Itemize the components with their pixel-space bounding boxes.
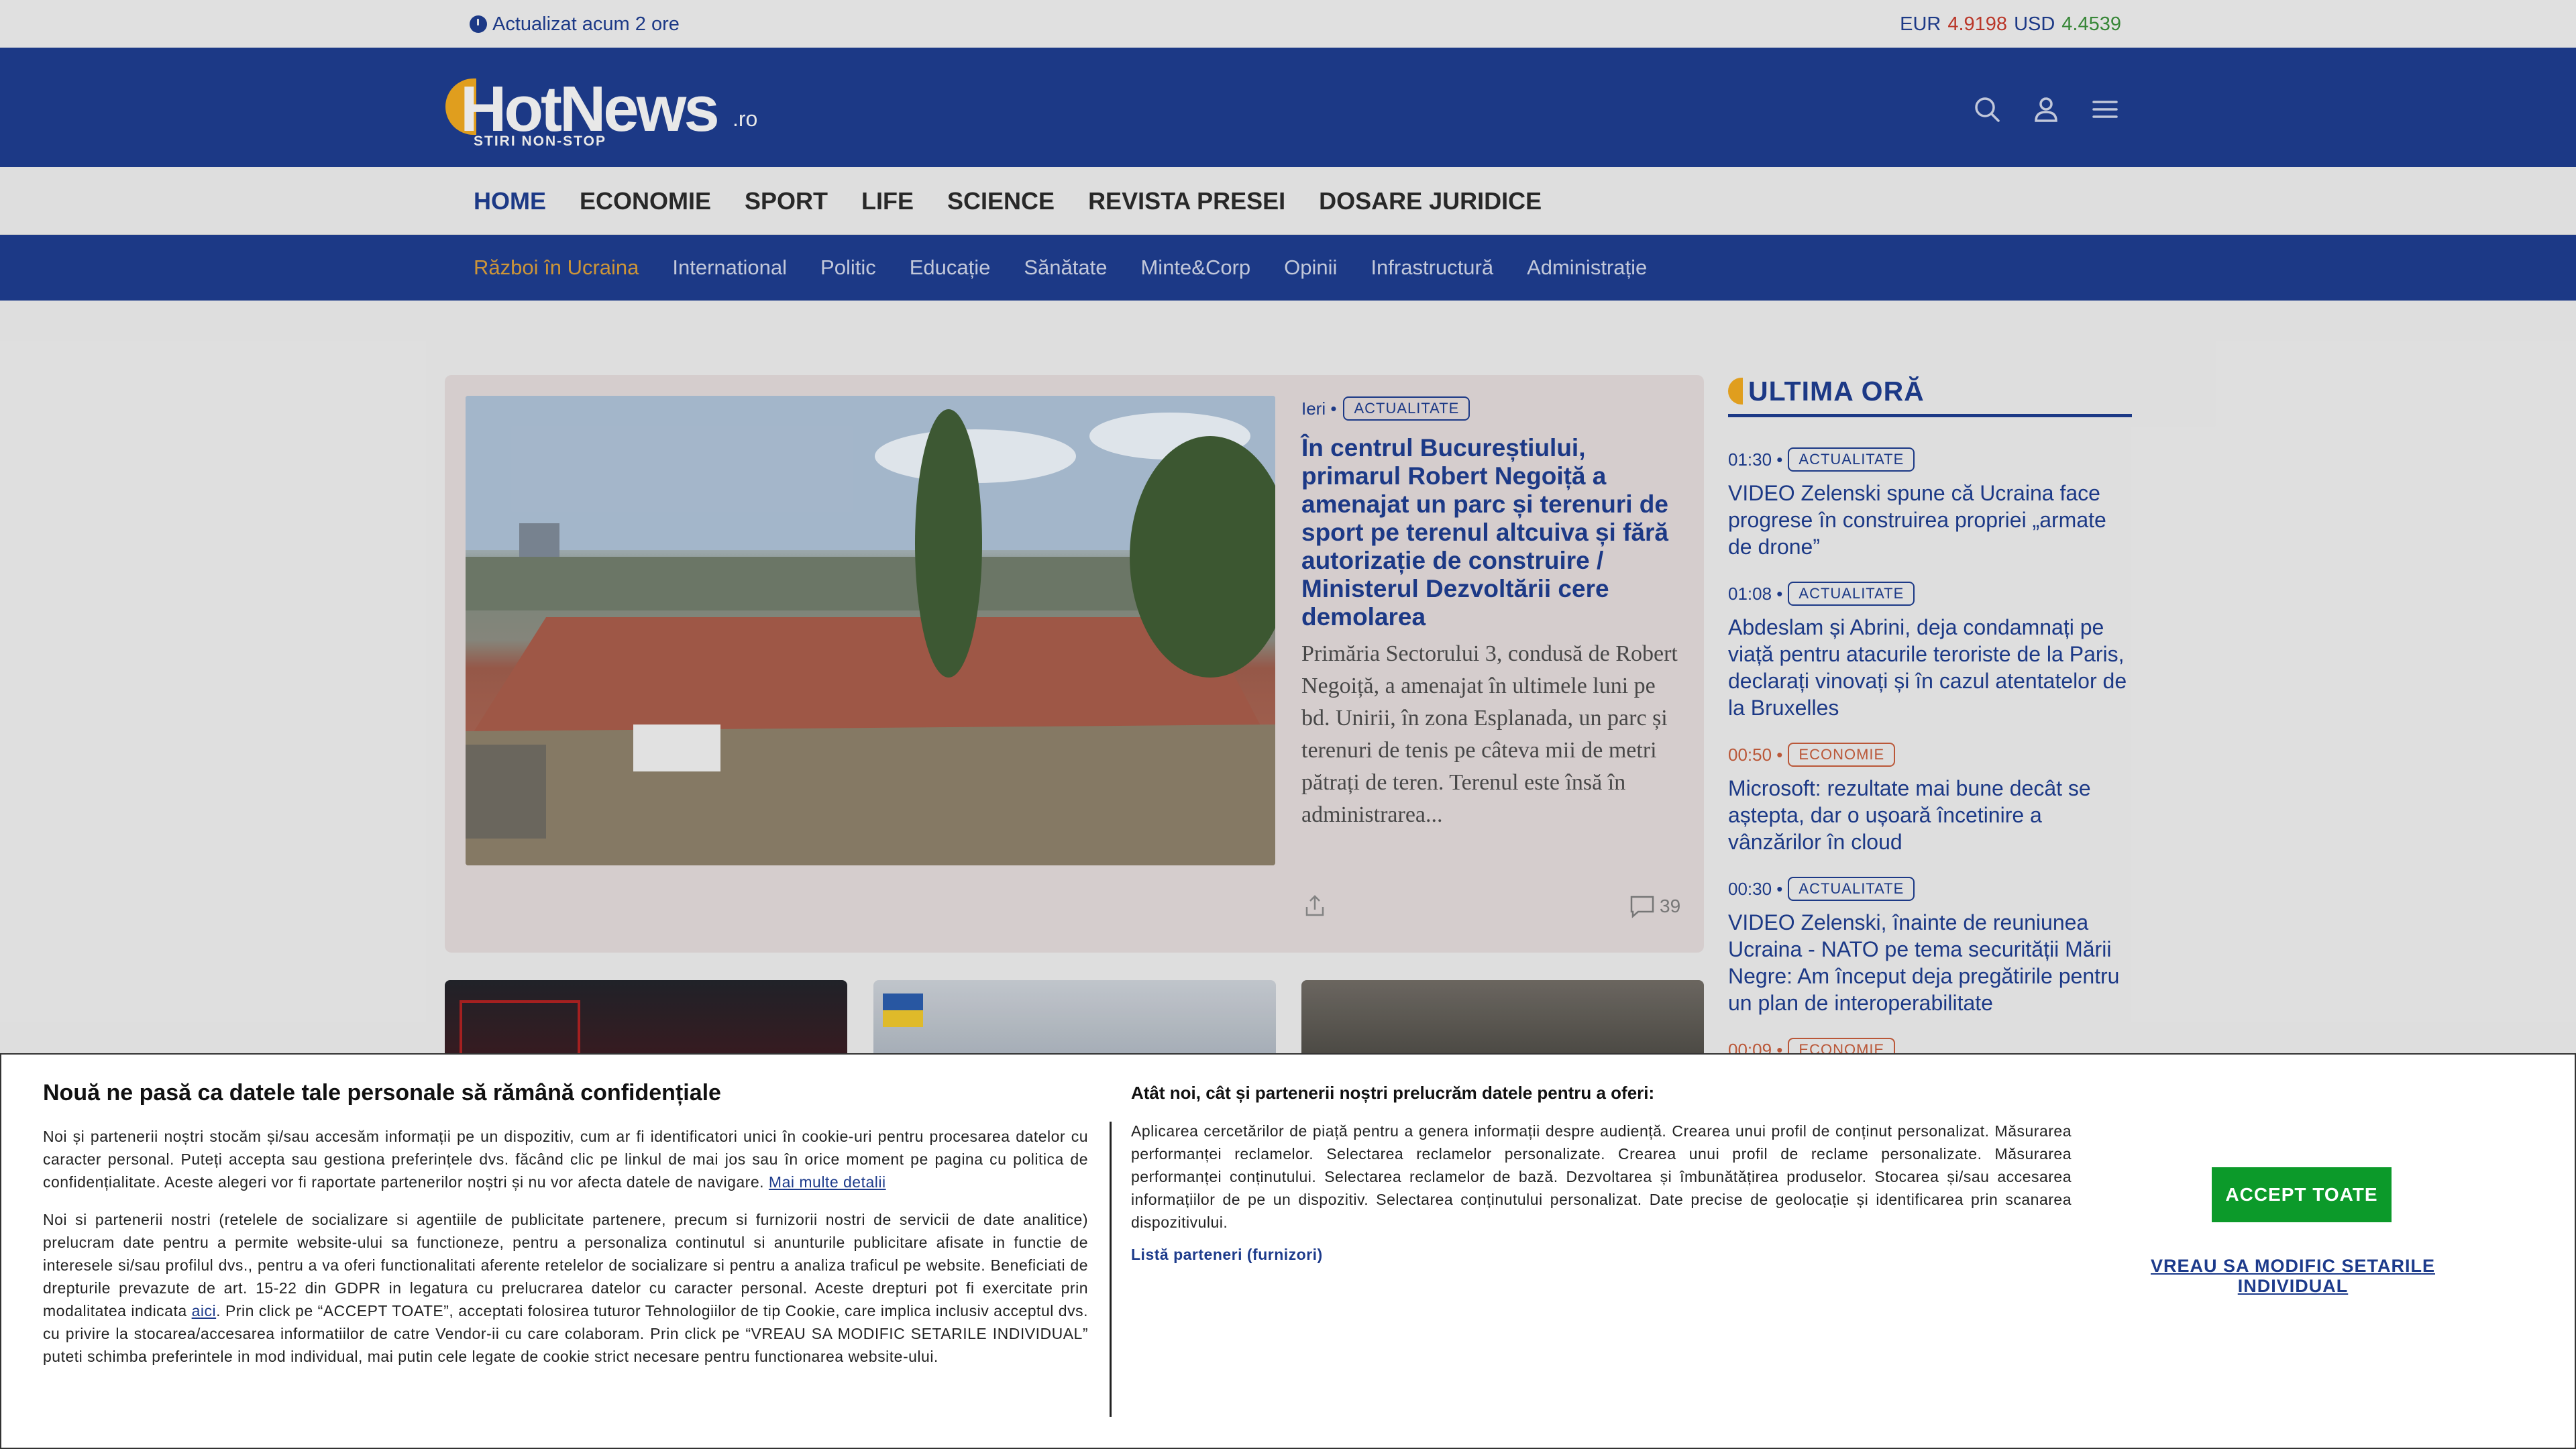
nav-revista-presei[interactable]: REVISTA PRESEI [1088,187,1285,215]
eur-value: 4.9198 [1947,13,2008,35]
logo-tagline: STIRI NON-STOP [474,133,606,149]
article-card[interactable] [1301,980,1704,1061]
cookie-purposes: Atât noi, cât și partenerii noștri prelu… [1131,1083,2072,1264]
share-icon[interactable] [1301,892,1328,919]
news-time: 01:30 • [1728,449,1783,470]
news-item-meta: 01:08 • ACTUALITATE [1728,582,2132,606]
subnav-educatie[interactable]: Educație [910,256,991,280]
update-status: Actualizat acum 2 ore [470,12,680,36]
category-tag[interactable]: ACTUALITATE [1788,582,1915,606]
exchange-rates: EUR 4.9198 USD 4.4539 [1900,12,2121,36]
site-header: HotNews .ro STIRI NON-STOP [0,48,2576,167]
news-item[interactable]: 00:50 • ECONOMIE Microsoft: rezultate ma… [1728,743,2132,855]
cookie-title: Nouă ne pasă ca datele tale personale să… [43,1080,721,1106]
nav-dosare-juridice[interactable]: DOSARE JURIDICE [1319,187,1542,215]
subnav-international[interactable]: International [672,256,787,280]
news-time: 00:30 • [1728,878,1783,899]
purposes-title: Atât noi, cât și partenerii noștri prelu… [1131,1083,1655,1103]
subnav-administratie[interactable]: Administrație [1527,256,1647,280]
news-title[interactable]: VIDEO Zelenski, înainte de reuniunea Ucr… [1728,909,2132,1016]
nav-life[interactable]: LIFE [861,187,914,215]
news-title[interactable]: VIDEO Zelenski spune că Ucraina face pro… [1728,480,2132,560]
cookie-paragraph-text: Noi și partenerii noștri stocăm și/sau a… [43,1128,1088,1191]
cookie-paragraph: Noi si partenerii nostri (retelele de so… [43,1208,1088,1368]
clock-icon [470,15,487,33]
news-title[interactable]: Microsoft: rezultate mai bune decât se a… [1728,775,2132,855]
subnav-minte-corp[interactable]: Minte&Corp [1140,256,1250,280]
nav-home[interactable]: HOME [474,187,546,215]
category-tag[interactable]: ACTUALITATE [1788,447,1915,472]
news-item[interactable]: 00:30 • ACTUALITATE VIDEO Zelenski, înai… [1728,877,2132,1016]
ukraine-flag-image [883,994,923,1027]
sub-nav: Război în Ucraina International Politic … [0,235,2576,301]
usd-value: 4.4539 [2061,13,2121,35]
news-item-meta: 00:50 • ECONOMIE [1728,743,2132,767]
article-card[interactable] [873,980,1276,1061]
nav-economie[interactable]: ECONOMIE [580,187,711,215]
accept-all-button[interactable]: ACCEPT TOATE [2212,1167,2392,1222]
subnav-razboi-ucraina[interactable]: Război în Ucraina [474,256,639,280]
subnav-opinii[interactable]: Opinii [1284,256,1337,280]
news-time: 00:50 • [1728,744,1783,765]
logo-tld: .ro [733,107,758,131]
search-icon[interactable] [1972,95,2002,124]
news-item[interactable]: 01:08 • ACTUALITATE Abdeslam și Abrini, … [1728,582,2132,721]
subnav-infrastructura[interactable]: Infrastructură [1371,256,1493,280]
card-image-detail [460,1000,580,1061]
news-title[interactable]: Abdeslam și Abrini, deja condamnați pe v… [1728,614,2132,721]
purposes-text: Aplicarea cercetărilor de piață pentru a… [1131,1122,2072,1231]
menu-icon[interactable] [2090,95,2120,124]
featured-article-excerpt: Primăria Sectorului 3, condusă de Robert… [1301,641,1678,827]
rights-link[interactable]: aici [192,1302,217,1320]
comment-icon [1630,896,1654,918]
news-item-meta: 00:30 • ACTUALITATE [1728,877,2132,901]
comments-number: 39 [1660,896,1681,916]
category-tag[interactable]: ACTUALITATE [1788,877,1915,901]
category-tag[interactable]: ECONOMIE [1788,743,1896,767]
more-details-link[interactable]: Mai multe detalii [769,1173,886,1191]
partners-list-link[interactable]: Listă parteneri (furnizori) [1131,1246,2072,1264]
nav-science[interactable]: SCIENCE [947,187,1055,215]
header-actions [1972,95,2120,124]
eur-label: EUR [1900,13,1941,35]
news-item-meta: 01:30 • ACTUALITATE [1728,447,2132,472]
logo-sun-icon [1728,378,1743,405]
news-time: 01:08 • [1728,583,1783,604]
ultima-ora-title: ULTIMA ORĂ [1748,375,1925,407]
featured-article-headline[interactable]: În centrul Bucureștiului, primarul Rober… [1301,434,1684,631]
main-nav: HOME ECONOMIE SPORT LIFE SCIENCE REVISTA… [0,167,2576,235]
subnav-politic[interactable]: Politic [820,256,876,280]
cookie-consent-banner: Nouă ne pasă ca datele tale personale să… [0,1053,2576,1449]
category-tag[interactable]: ACTUALITATE [1343,396,1470,421]
divider [1728,414,2132,417]
cookie-paragraph: Noi și partenerii noștri stocăm și/sau a… [43,1125,1088,1193]
cookie-intro: Nouă ne pasă ca datele tale personale să… [43,1080,1088,1368]
ultima-ora-panel: ULTIMA ORĂ 01:30 • ACTUALITATE VIDEO Zel… [1728,375,2132,1062]
divider [1110,1122,1112,1417]
subnav-sanatate[interactable]: Sănătate [1024,256,1107,280]
featured-article-image[interactable] [466,396,1275,865]
user-icon[interactable] [2031,95,2061,124]
article-card[interactable] [445,980,847,1061]
modify-settings-button[interactable]: VREAU SA MODIFIC SETARILE INDIVIDUAL [2133,1256,2453,1296]
news-item[interactable]: 01:30 • ACTUALITATE VIDEO Zelenski spune… [1728,447,2132,560]
top-bar: Actualizat acum 2 ore EUR 4.9198 USD 4.4… [0,0,2576,48]
tennis-court-photo [466,396,1275,865]
update-text: Actualizat acum 2 ore [492,13,680,35]
nav-sport[interactable]: SPORT [745,187,828,215]
ultima-ora-heading[interactable]: ULTIMA ORĂ [1728,375,2132,407]
comments-count[interactable]: 39 [1629,894,1680,918]
usd-label: USD [2014,13,2055,35]
featured-article-meta: Ieri • ACTUALITATE [1301,396,1470,421]
featured-article-time: Ieri • [1301,398,1337,419]
featured-article[interactable]: Ieri • ACTUALITATE În centrul Bucureștiu… [445,375,1704,953]
